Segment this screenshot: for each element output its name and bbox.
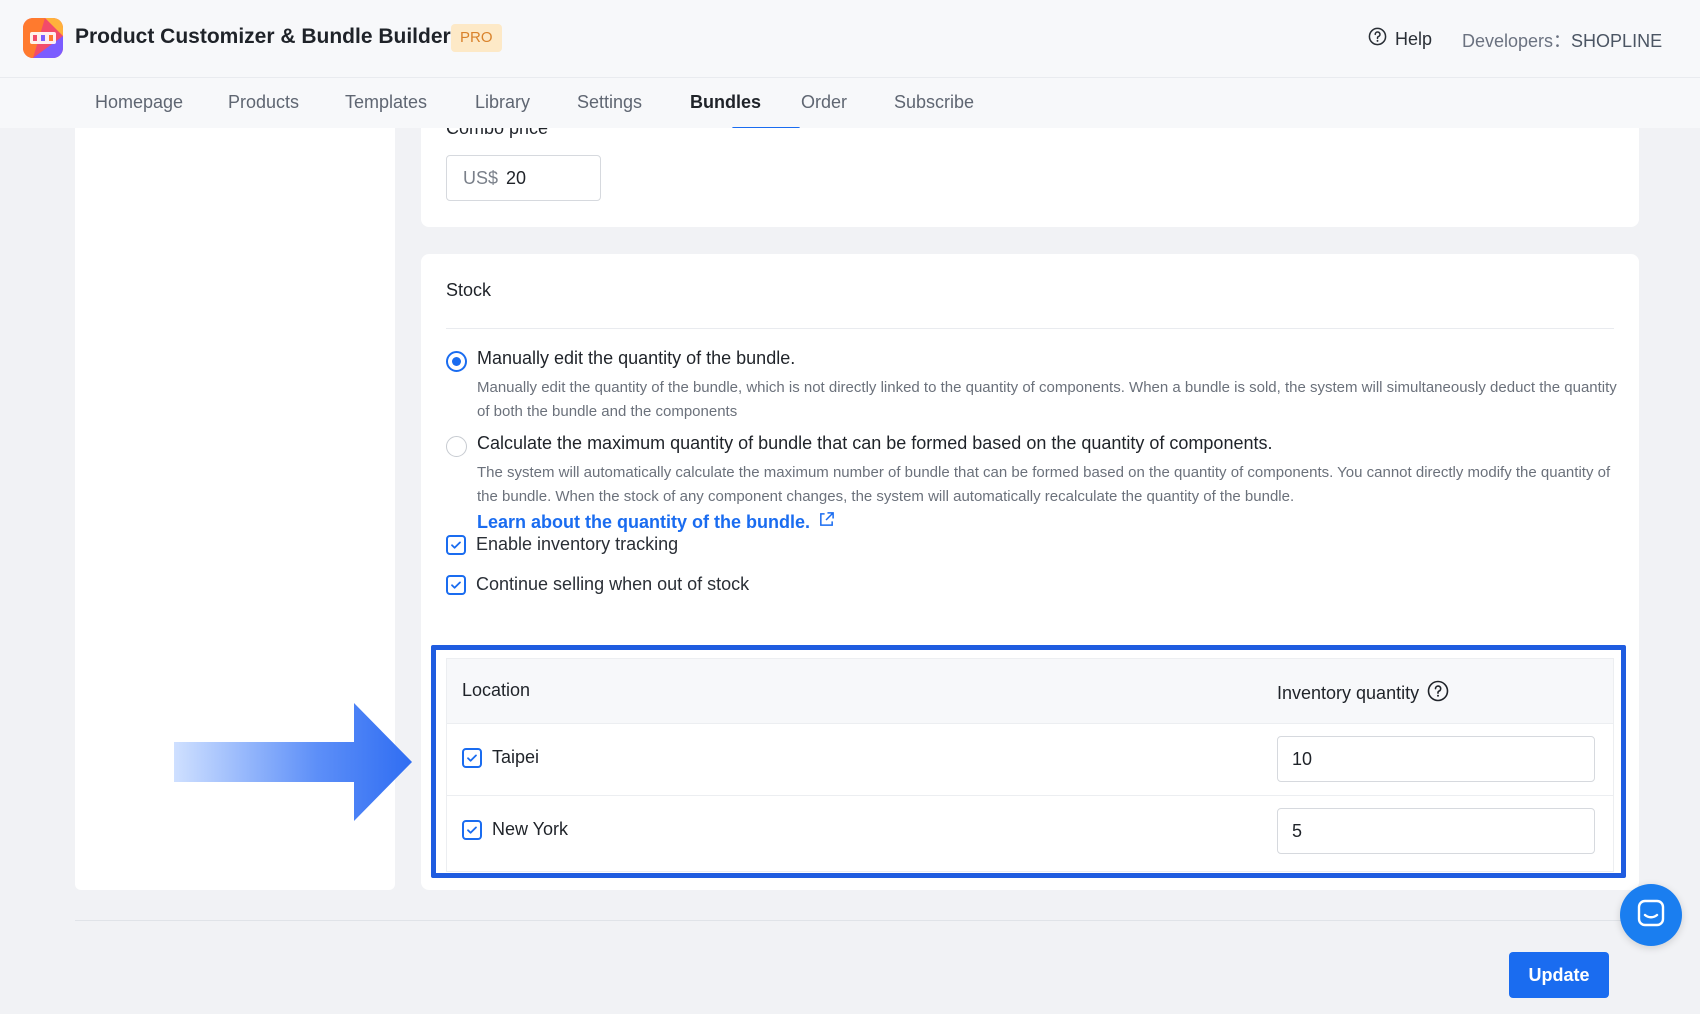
- divider: [446, 328, 1614, 329]
- col-location: Location: [462, 680, 531, 700]
- tab-order[interactable]: Order: [801, 92, 847, 113]
- learn-quantity-link[interactable]: Learn about the quantity of the bundle.: [477, 511, 835, 533]
- tab-subscribe[interactable]: Subscribe: [894, 92, 974, 113]
- developer-info: Developers：SHOPLINE: [1462, 27, 1662, 53]
- auto-radio[interactable]: [446, 436, 467, 457]
- app-title: Product Customizer & Bundle Builder: [75, 25, 451, 48]
- stock-card: Stock Manually edit the quantity of the …: [421, 254, 1639, 890]
- taipei-quantity-input[interactable]: 10: [1277, 736, 1595, 782]
- new-york-label: New York: [492, 819, 569, 839]
- continue-selling-checkbox[interactable]: [446, 574, 466, 595]
- chat-button[interactable]: [1620, 884, 1682, 946]
- external-link-icon: [818, 511, 835, 533]
- developers-prefix: Developers：: [1462, 31, 1572, 51]
- help-icon: [1368, 27, 1387, 51]
- enable-tracking-row[interactable]: Enable inventory tracking: [446, 534, 678, 555]
- currency-prefix: US$: [463, 167, 499, 188]
- taipei-label: Taipei: [492, 747, 540, 767]
- developers-name: SHOPLINE: [1571, 31, 1663, 51]
- combo-price-input[interactable]: US$ 20: [446, 155, 601, 201]
- auto-option-title: Calculate the maximum quantity of bundle…: [477, 433, 1273, 453]
- table-row: New York 5: [447, 795, 1613, 867]
- price-card: Combo price US$ 20: [421, 128, 1639, 227]
- continue-selling-row[interactable]: Continue selling when out of stock: [446, 574, 749, 595]
- learn-link-label: Learn about the quantity of the bundle.: [477, 511, 810, 532]
- help-circle-icon[interactable]: [1427, 680, 1449, 707]
- table-header: Location Inventory quantity: [447, 659, 1613, 723]
- table-row: Taipei 10: [447, 723, 1613, 795]
- stock-title: Stock: [446, 280, 492, 300]
- new-york-quantity-input[interactable]: 5: [1277, 808, 1595, 854]
- tab-settings[interactable]: Settings: [577, 92, 642, 113]
- annotation-arrow-icon: [174, 703, 414, 826]
- tab-bundles[interactable]: Bundles: [690, 92, 761, 113]
- tab-templates[interactable]: Templates: [345, 92, 427, 113]
- manual-radio[interactable]: [446, 351, 467, 372]
- help-label: Help: [1395, 28, 1433, 49]
- location-table: Location Inventory quantity Taipei 10 Ne…: [446, 658, 1614, 872]
- col-inventory-quantity-label: Inventory quantity: [1277, 683, 1420, 703]
- enable-tracking-label: Enable inventory tracking: [476, 534, 679, 554]
- tab-homepage[interactable]: Homepage: [95, 92, 183, 113]
- tab-library[interactable]: Library: [475, 92, 530, 113]
- help-link[interactable]: Help: [1368, 27, 1432, 51]
- chat-icon: [1636, 898, 1666, 933]
- update-button[interactable]: Update: [1509, 952, 1609, 998]
- continue-selling-label: Continue selling when out of stock: [476, 574, 750, 594]
- new-york-checkbox[interactable]: [462, 819, 482, 840]
- combo-price-value: 20: [506, 167, 527, 188]
- col-inventory-quantity: Inventory quantity: [1277, 680, 1449, 707]
- pro-badge: PRO: [451, 24, 502, 52]
- main-nav: Homepage Products Templates Library Sett…: [0, 78, 1700, 130]
- top-bar: Product Customizer & Bundle Builder PRO …: [0, 0, 1700, 78]
- manual-option-title: Manually edit the quantity of the bundle…: [477, 348, 796, 368]
- location-taipei[interactable]: Taipei: [462, 747, 539, 768]
- manual-option-desc: Manually edit the quantity of the bundle…: [477, 379, 1617, 420]
- app-logo: [23, 18, 63, 58]
- enable-tracking-checkbox[interactable]: [446, 534, 466, 555]
- combo-price-label: Combo price: [446, 128, 549, 138]
- taipei-checkbox[interactable]: [462, 747, 482, 768]
- location-new-york[interactable]: New York: [462, 819, 568, 840]
- tab-products[interactable]: Products: [228, 92, 299, 113]
- footer-divider: [75, 920, 1639, 921]
- auto-option-desc: The system will automatically calculate …: [477, 464, 1611, 505]
